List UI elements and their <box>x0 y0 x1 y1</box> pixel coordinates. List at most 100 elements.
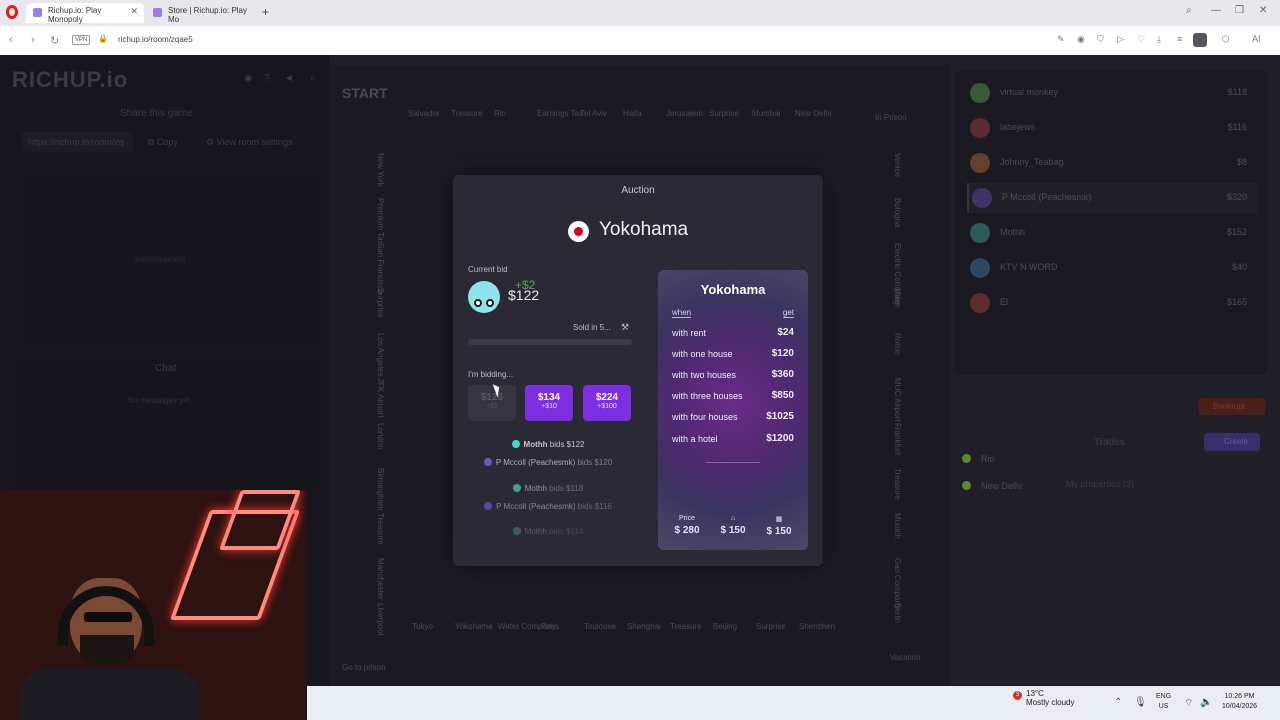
board-cell[interactable]: Gas Company <box>893 558 902 609</box>
board-cell[interactable]: Bologna <box>893 198 902 242</box>
board-cell[interactable]: Frankfurt <box>893 423 902 467</box>
board-cell[interactable]: Electric Company <box>893 243 902 306</box>
board-cell[interactable]: Munich <box>893 513 902 557</box>
play-icon[interactable]: ▷ <box>1117 34 1124 45</box>
download-icon[interactable]: ⤓ <box>1157 34 1161 45</box>
url-field[interactable]: richup.io/room/zqae5 <box>118 35 193 44</box>
profile-avatar[interactable] <box>1193 33 1207 47</box>
weather-widget[interactable]: 13°C Mostly cloudy <box>1026 689 1074 707</box>
opera-logo-icon[interactable] <box>6 5 18 19</box>
board-cell[interactable]: Salvador <box>408 109 440 118</box>
board-cell[interactable]: Treasure <box>451 109 483 118</box>
heart-icon[interactable]: ♡ <box>1137 34 1145 45</box>
extensions-icon[interactable]: ⬡ <box>1222 34 1230 45</box>
board-cell[interactable]: San Francisco <box>376 243 385 294</box>
new-tab-icon[interactable]: + <box>262 5 269 19</box>
board-cell[interactable]: Treasure <box>376 513 385 557</box>
bid-button-disabled[interactable]: $126 +$2 <box>468 385 516 421</box>
player-row[interactable]: Mothh $152 <box>967 218 1257 248</box>
board-cell[interactable]: Surprise <box>376 288 385 332</box>
board-cell[interactable]: Rome <box>893 333 902 377</box>
board-cell[interactable]: Earnings Tax <box>537 109 583 118</box>
close-tab-icon[interactable]: ✕ <box>130 6 138 17</box>
mute-icon[interactable]: ◄ <box>284 73 294 84</box>
tab-richup[interactable]: Richup.io: Play Monopoly ✕ <box>26 3 144 24</box>
clock[interactable]: 10:26 PM 10/04/2026 <box>1222 692 1257 712</box>
richup-logo[interactable]: RICHUP.io <box>12 67 128 93</box>
search-icon[interactable]: ⌕ <box>310 73 316 84</box>
help-icon[interactable]: ? <box>264 73 270 84</box>
player-row[interactable]: virtual monkey $118 <box>967 78 1257 108</box>
maximize-icon[interactable]: ❐ <box>1235 5 1244 16</box>
player-row[interactable]: labejews $116 <box>967 113 1257 143</box>
volume-icon[interactable]: 🔈 <box>1200 697 1212 708</box>
card-hotel-cost: ▦ $ 150 <box>759 515 799 537</box>
copy-button[interactable]: ⧉ Copy <box>148 137 178 148</box>
board-cell[interactable]: New York <box>376 153 385 197</box>
board-cell[interactable]: Yokohama <box>455 622 493 631</box>
board-cell[interactable]: Jerusalem <box>666 109 703 118</box>
bid-plus-100-button[interactable]: $224 +$100 <box>583 385 631 421</box>
board-cell[interactable]: Haifa <box>623 109 642 118</box>
board-cell[interactable]: Paris <box>541 622 559 631</box>
ai-icon[interactable]: AI <box>1252 34 1261 44</box>
board-cell[interactable]: Rio <box>494 109 506 118</box>
room-settings-button[interactable]: ⚙ View room settings <box>206 137 292 148</box>
board-cell[interactable]: London <box>376 423 385 467</box>
board-cell[interactable]: Treasure <box>670 622 702 631</box>
board-cell[interactable]: Liverpool <box>376 603 385 647</box>
property-item[interactable]: New Delhi <box>962 481 1022 491</box>
board-cell[interactable]: Venice <box>893 153 902 197</box>
board-cell[interactable]: Manchester <box>376 558 385 602</box>
create-trade-button[interactable]: Create <box>1204 433 1260 451</box>
board-cell[interactable]: JFK Airport <box>376 378 385 422</box>
back-icon[interactable]: ‹ <box>9 34 13 46</box>
board-cell[interactable]: Toulouse <box>584 622 616 631</box>
menu-icon[interactable]: ≡ <box>1177 34 1182 44</box>
rent-label: with rent <box>672 328 707 338</box>
board-cell[interactable]: Treasure <box>893 468 902 512</box>
reload-icon[interactable]: ↻ <box>50 34 59 47</box>
minimize-icon[interactable]: — <box>1211 5 1221 16</box>
vpn-badge[interactable]: VPN <box>72 35 91 45</box>
board-cell[interactable]: MUC Airport <box>893 378 902 422</box>
microphone-icon[interactable]: 🎙 <box>1134 697 1147 708</box>
camera-icon[interactable]: ◉ <box>1077 34 1085 45</box>
vacation-corner: Vacation <box>890 653 921 662</box>
board-cell[interactable]: Los Angeles <box>376 333 385 377</box>
forward-icon[interactable]: › <box>31 34 35 46</box>
language-indicator[interactable]: ENG US <box>1156 692 1171 712</box>
close-window-icon[interactable]: ✕ <box>1259 5 1267 16</box>
rent-label: with three houses <box>672 391 743 401</box>
player-row[interactable]: El $165 <box>967 288 1257 318</box>
board-cell[interactable]: Beijing <box>713 622 737 631</box>
board-cell[interactable]: Tel Aviv <box>580 109 607 118</box>
share-url-field[interactable]: https://richup.io/room/zq <box>22 132 134 152</box>
board-cell[interactable]: Mumbai <box>752 109 780 118</box>
board-cell[interactable]: Premium Tax <box>376 198 385 245</box>
board-cell[interactable]: Birmingham <box>376 468 385 512</box>
chevron-up-icon[interactable]: ⌃ <box>1114 697 1122 708</box>
board-cell[interactable]: Berlin <box>893 603 902 647</box>
edit-icon[interactable]: ✎ <box>1057 34 1065 45</box>
player-row[interactable]: Johnny_Teabag $8 <box>967 148 1257 178</box>
bid-plus-10-button[interactable]: $134 +$10 <box>525 385 573 421</box>
board-cell[interactable]: Tokyo <box>412 622 433 631</box>
board-cell[interactable]: Surprise <box>709 109 739 118</box>
tab-store[interactable]: Store | Richup.io: Play Mo <box>146 3 258 24</box>
bid-log-entry: Mothh bids $122 <box>453 440 643 449</box>
board-cell[interactable]: Shanghai <box>627 622 661 631</box>
board-cell[interactable]: Shenzhen <box>799 622 835 631</box>
bankrupt-button[interactable]: Bankrupt <box>1199 398 1265 415</box>
board-cell[interactable]: New Delhi <box>795 109 831 118</box>
wifi-icon[interactable]: ⌔ <box>1184 697 1193 710</box>
board-cell[interactable]: Surprise <box>756 622 786 631</box>
shield-icon[interactable]: ⛉ <box>1097 34 1104 45</box>
board-cell[interactable]: Milan <box>893 288 902 332</box>
player-row[interactable]: KTV N WORD $40 <box>967 253 1257 283</box>
search-icon[interactable]: ⌕ <box>1186 5 1192 16</box>
lock-icon[interactable]: 🔒 <box>98 34 108 43</box>
player-row[interactable]: P Mccoll (Peachesmk) $320 <box>967 183 1257 213</box>
property-item[interactable]: Rio <box>962 454 995 464</box>
discord-icon[interactable]: ◉ <box>244 73 253 84</box>
